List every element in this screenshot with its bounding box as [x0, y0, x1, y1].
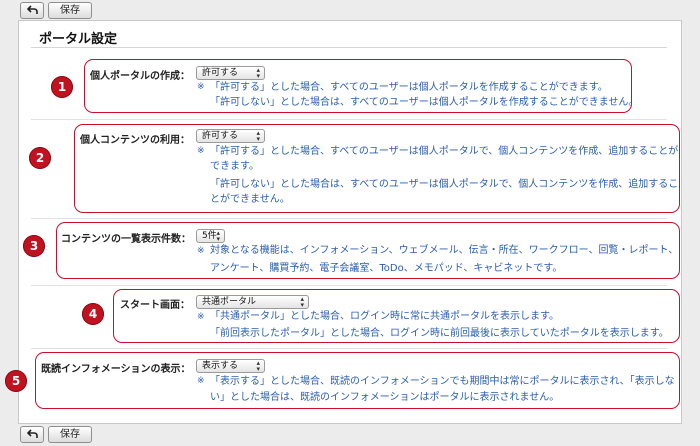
- back-button[interactable]: [20, 2, 44, 19]
- callout-badge-5: 5: [5, 370, 27, 392]
- start-screen-select[interactable]: 共通ポータル ▴ ▾: [196, 295, 309, 309]
- top-toolbar: 保存: [0, 0, 700, 22]
- read-info-label: 既読インフォメーションの表示：: [41, 364, 191, 375]
- note-mark-icon: ※: [197, 146, 205, 156]
- read-info-select-value: 表示する: [202, 361, 239, 371]
- note-mark-icon: ※: [197, 376, 205, 386]
- note-mark-icon: ※: [197, 82, 205, 92]
- select-arrows-icon: ▴ ▾: [300, 295, 304, 309]
- page-title: ポータル設定: [39, 32, 118, 47]
- note-line: 「許可しない」とした場合は、すべてのユーザーは個人ポータルを作成することができま…: [210, 97, 639, 108]
- note-line: 「許可しない」とした場合は、すべてのユーザーは個人ポータルで、個人コンテンツを作…: [210, 179, 679, 190]
- personal-content-select[interactable]: 許可する ▴ ▾: [196, 129, 265, 143]
- note-line: 「許可する」とした場合、すべてのユーザーは個人ポータルを作成することができます。: [210, 82, 608, 93]
- back-arrow-icon: [27, 429, 38, 438]
- note-mark-icon: ※: [197, 312, 205, 322]
- settings-panel: ポータル設定 1 個人ポータルの作成： 許可する ▴ ▾ ※ 「許可する」とした場…: [5, 20, 682, 424]
- personal-portal-label: 個人ポータルの作成：: [90, 71, 190, 82]
- save-button[interactable]: 保存: [48, 426, 92, 443]
- list-count-select[interactable]: 5件 ▴ ▾: [196, 229, 225, 243]
- bottom-toolbar: 保存: [0, 424, 700, 446]
- personal-portal-select-value: 許可する: [202, 68, 239, 78]
- select-arrows-icon: ▴ ▾: [256, 129, 260, 143]
- save-button[interactable]: 保存: [48, 2, 92, 19]
- section-divider: [31, 285, 667, 286]
- note-line: 「表示する」とした場合、既読のインフォメーションでも期間中は常にポータルに表示さ…: [210, 376, 675, 387]
- note-line: 「許可する」とした場合、すべてのユーザーは個人ポータルで、個人コンテンツを作成、…: [210, 146, 679, 157]
- back-arrow-icon: [27, 5, 38, 14]
- select-arrows-icon: ▴ ▾: [216, 229, 220, 243]
- note-line: とができません。: [210, 194, 290, 205]
- callout-badge-3: 3: [23, 235, 45, 257]
- section-divider: [31, 119, 667, 120]
- note-line: 「共通ポータル」とした場合、ログイン時に常に共通ポータルを表示します。: [210, 311, 559, 322]
- callout-badge-4: 4: [82, 303, 104, 325]
- note-line: 「前回表示したポータル」とした場合、ログイン時に前回最後に表示していたポータルを…: [210, 328, 669, 339]
- personal-content-select-value: 許可する: [202, 131, 239, 141]
- section-divider: [31, 348, 667, 349]
- select-arrows-icon: ▴ ▾: [256, 359, 260, 373]
- start-screen-select-value: 共通ポータル: [202, 297, 257, 307]
- read-info-select[interactable]: 表示する ▴ ▾: [196, 359, 265, 373]
- personal-portal-select[interactable]: 許可する ▴ ▾: [196, 66, 265, 80]
- list-count-select-value: 5件: [202, 231, 217, 241]
- note-line: 対象となる機能は、インフォメーション、ウェブメール、伝言・所在、ワークフロー、回…: [210, 245, 679, 256]
- select-arrows-icon: ▴ ▾: [256, 66, 260, 80]
- start-screen-label: スタート画面：: [120, 300, 190, 311]
- note-line: できます。: [210, 161, 259, 172]
- callout-badge-2: 2: [29, 147, 51, 169]
- back-button[interactable]: [20, 426, 44, 443]
- callout-badge-1: 1: [51, 76, 73, 98]
- list-count-label: コンテンツの一覧表示件数：: [61, 234, 191, 245]
- personal-content-label: 個人コンテンツの利用：: [80, 135, 190, 146]
- title-divider: [31, 47, 667, 48]
- note-line: アンケート、購買予約、電子会議室、ToDo、メモパッド、キャビネットです。: [210, 263, 563, 274]
- note-mark-icon: ※: [197, 246, 205, 256]
- note-line: い」とした場合は、既読のインフォメーションはポータルに表示されません。: [210, 392, 560, 403]
- section-divider: [31, 218, 667, 219]
